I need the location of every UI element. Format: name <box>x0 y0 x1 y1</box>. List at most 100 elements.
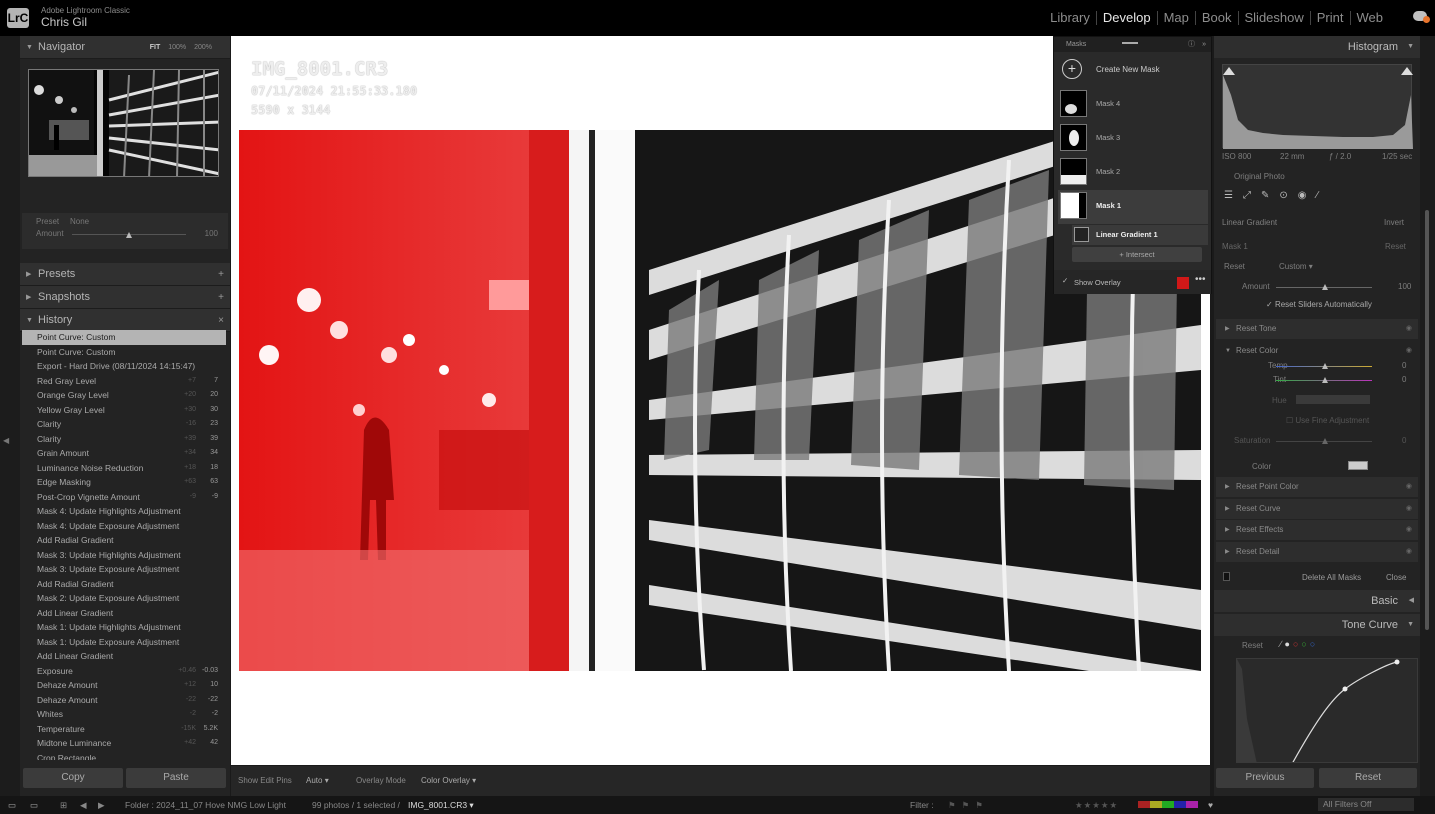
paste-button[interactable]: Paste <box>126 768 226 788</box>
history-step[interactable]: Crop Rectangle <box>22 751 226 761</box>
curve-section[interactable]: ▶ Reset Curve ◉ <box>1216 499 1418 519</box>
history-step[interactable]: Add Linear Gradient <box>22 606 226 621</box>
tint-knob[interactable] <box>1322 377 1328 383</box>
color-label-filter[interactable] <box>1138 801 1198 808</box>
show-overlay-checkbox[interactable]: ✓ <box>1062 276 1068 285</box>
history-step[interactable]: Post-Crop Vignette Amount -9 -9 <box>22 490 226 505</box>
mask-4[interactable]: Mask 4 <box>1058 88 1208 120</box>
tone-curve-reset[interactable]: Reset <box>1242 641 1263 650</box>
history-step[interactable]: Mask 2: Update Exposure Adjustment <box>22 591 226 606</box>
copy-button[interactable]: Copy <box>23 768 123 788</box>
collapse-masks-icon[interactable]: » <box>1202 37 1206 52</box>
left-panel-edge[interactable]: ◀ <box>0 36 20 796</box>
history-step[interactable]: Yellow Gray Level +30 30 <box>22 403 226 418</box>
history-step[interactable]: Mask 1: Update Exposure Adjustment <box>22 635 226 650</box>
module-develop[interactable]: Develop <box>1095 11 1157 25</box>
module-book[interactable]: Book <box>1194 11 1238 25</box>
preset-amount-knob[interactable] <box>126 232 132 238</box>
delete-all-masks-button[interactable]: Delete All Masks <box>1302 573 1361 582</box>
rating-filter[interactable]: ★★★★★ <box>1075 796 1118 814</box>
screen-2-icon[interactable]: ▭ <box>30 796 38 814</box>
detail-section[interactable]: ▶ Reset Detail ◉ <box>1216 542 1418 562</box>
effects-section[interactable]: ▶ Reset Effects ◉ <box>1216 520 1418 540</box>
history-step[interactable]: Edge Masking +63 63 <box>22 475 226 490</box>
history-step[interactable]: Exposure +0.46 -0.03 <box>22 664 226 679</box>
module-print[interactable]: Print <box>1309 11 1350 25</box>
cloud-sync-icon[interactable] <box>1413 11 1430 23</box>
histogram[interactable] <box>1222 64 1413 149</box>
linear-gradient-component[interactable]: Linear Gradient 1 <box>1072 225 1208 245</box>
add-preset-icon[interactable]: + <box>218 263 224 286</box>
module-map[interactable]: Map <box>1156 11 1195 25</box>
flag-filters[interactable]: ⚑⚑⚑ <box>948 796 989 814</box>
curve-channel-picker[interactable]: ∕●○○○ <box>1280 639 1318 649</box>
history-step[interactable]: Whites -2 -2 <box>22 707 226 722</box>
user-name[interactable]: Chris Gil <box>41 15 87 29</box>
grid-icon[interactable]: ⊞ <box>60 796 67 814</box>
more-options-icon[interactable]: ••• <box>1195 274 1206 285</box>
history-step[interactable]: Dehaze Amount -22 -22 <box>22 693 226 708</box>
history-step[interactable]: Red Gray Level +7 7 <box>22 374 226 389</box>
fine-adjustment-checkbox[interactable]: ☐ Use Fine Adjustment <box>1286 416 1369 425</box>
history-step[interactable]: Temperature -15K 5.2K <box>22 722 226 737</box>
history-step[interactable]: Point Curve: Custom <box>22 345 226 360</box>
history-step[interactable]: Clarity -16 23 <box>22 417 226 432</box>
history-step[interactable]: Midtone Luminance +42 42 <box>22 736 226 751</box>
histogram-header[interactable]: Histogram ▼ <box>1214 36 1420 58</box>
reset-button[interactable]: Reset <box>1319 768 1417 788</box>
collapse-left-icon[interactable]: ◀ <box>3 436 9 445</box>
history-step[interactable]: Mask 4: Update Exposure Adjustment <box>22 519 226 534</box>
history-step[interactable]: Add Radial Gradient <box>22 533 226 548</box>
history-step[interactable]: Mask 1: Update Highlights Adjustment <box>22 620 226 635</box>
presets-header[interactable]: ▶ Presets + <box>20 263 230 286</box>
overlay-mode-select[interactable]: Color Overlay ▾ <box>421 776 476 785</box>
mask-preset-select[interactable]: Custom ▾ <box>1279 262 1313 271</box>
tone-section[interactable]: ▶ Reset Tone ◉ <box>1216 319 1418 339</box>
mask-1[interactable]: Mask 1 <box>1058 190 1208 224</box>
navigator-header[interactable]: ▼ Navigator FIT 100% 200% <box>20 36 230 59</box>
history-step[interactable]: Mask 3: Update Highlights Adjustment <box>22 548 226 563</box>
invert-checkbox[interactable]: Invert <box>1384 218 1404 227</box>
history-step[interactable]: Point Curve: Custom <box>22 330 226 345</box>
clear-history-icon[interactable]: × <box>218 309 224 332</box>
create-new-mask-button[interactable]: Create New Mask <box>1096 65 1160 74</box>
basic-header[interactable]: Basic ◀ <box>1214 590 1420 612</box>
history-step[interactable]: Luminance Noise Reduction +18 18 <box>22 461 226 476</box>
zoom-options[interactable]: FIT 100% 200% <box>150 36 212 59</box>
mask-reset[interactable]: Reset <box>1385 242 1406 251</box>
module-web[interactable]: Web <box>1349 11 1390 25</box>
module-slideshow[interactable]: Slideshow <box>1237 11 1310 25</box>
point-color-section[interactable]: ▶ Reset Point Color ◉ <box>1216 477 1418 497</box>
history-step[interactable]: Mask 4: Update Highlights Adjustment <box>22 504 226 519</box>
history-step[interactable]: Orange Gray Level +20 20 <box>22 388 226 403</box>
forward-icon[interactable]: ▶ <box>98 796 105 814</box>
history-step[interactable]: Mask 3: Update Exposure Adjustment <box>22 562 226 577</box>
reset-sliders-checkbox[interactable]: ✓ Reset Sliders Automatically <box>1266 300 1372 309</box>
right-panel-scrollbar[interactable] <box>1420 36 1435 796</box>
mask-2[interactable]: Mask 2 <box>1058 156 1208 188</box>
history-header[interactable]: ▼ History × <box>20 309 230 332</box>
add-snapshot-icon[interactable]: + <box>218 286 224 309</box>
scroll-thumb[interactable] <box>1425 210 1429 630</box>
heart-icon[interactable]: ♥ <box>1208 796 1213 814</box>
edit-pins-select[interactable]: Auto ▾ <box>306 776 329 785</box>
original-photo-toggle[interactable]: Original Photo <box>1234 172 1285 181</box>
back-icon[interactable]: ◀ <box>80 796 87 814</box>
history-step[interactable]: Add Radial Gradient <box>22 577 226 592</box>
history-step[interactable]: Add Linear Gradient <box>22 649 226 664</box>
previous-button[interactable]: Previous <box>1216 768 1314 788</box>
current-file[interactable]: IMG_8001.CR3 ▾ <box>408 796 474 814</box>
mask-3[interactable]: Mask 3 <box>1058 122 1208 154</box>
history-step[interactable]: Clarity +39 39 <box>22 432 226 447</box>
tone-curve-graph[interactable] <box>1236 658 1418 763</box>
tool-strip[interactable]: ☰⤢✎⊙◉∕ <box>1224 190 1328 201</box>
temp-knob[interactable] <box>1322 363 1328 369</box>
navigator-preview[interactable] <box>28 69 219 177</box>
filter-preset-select[interactable]: All Filters Off <box>1318 798 1414 811</box>
toggle-icon[interactable] <box>1223 572 1230 581</box>
saturation-knob[interactable] <box>1322 438 1328 444</box>
history-step[interactable]: Export - Hard Drive (08/11/2024 14:15:47… <box>22 359 226 374</box>
color-section[interactable]: ▼ Reset Color ◉ <box>1216 341 1418 361</box>
drag-handle[interactable] <box>1122 42 1138 44</box>
color-swatch[interactable] <box>1348 461 1368 470</box>
